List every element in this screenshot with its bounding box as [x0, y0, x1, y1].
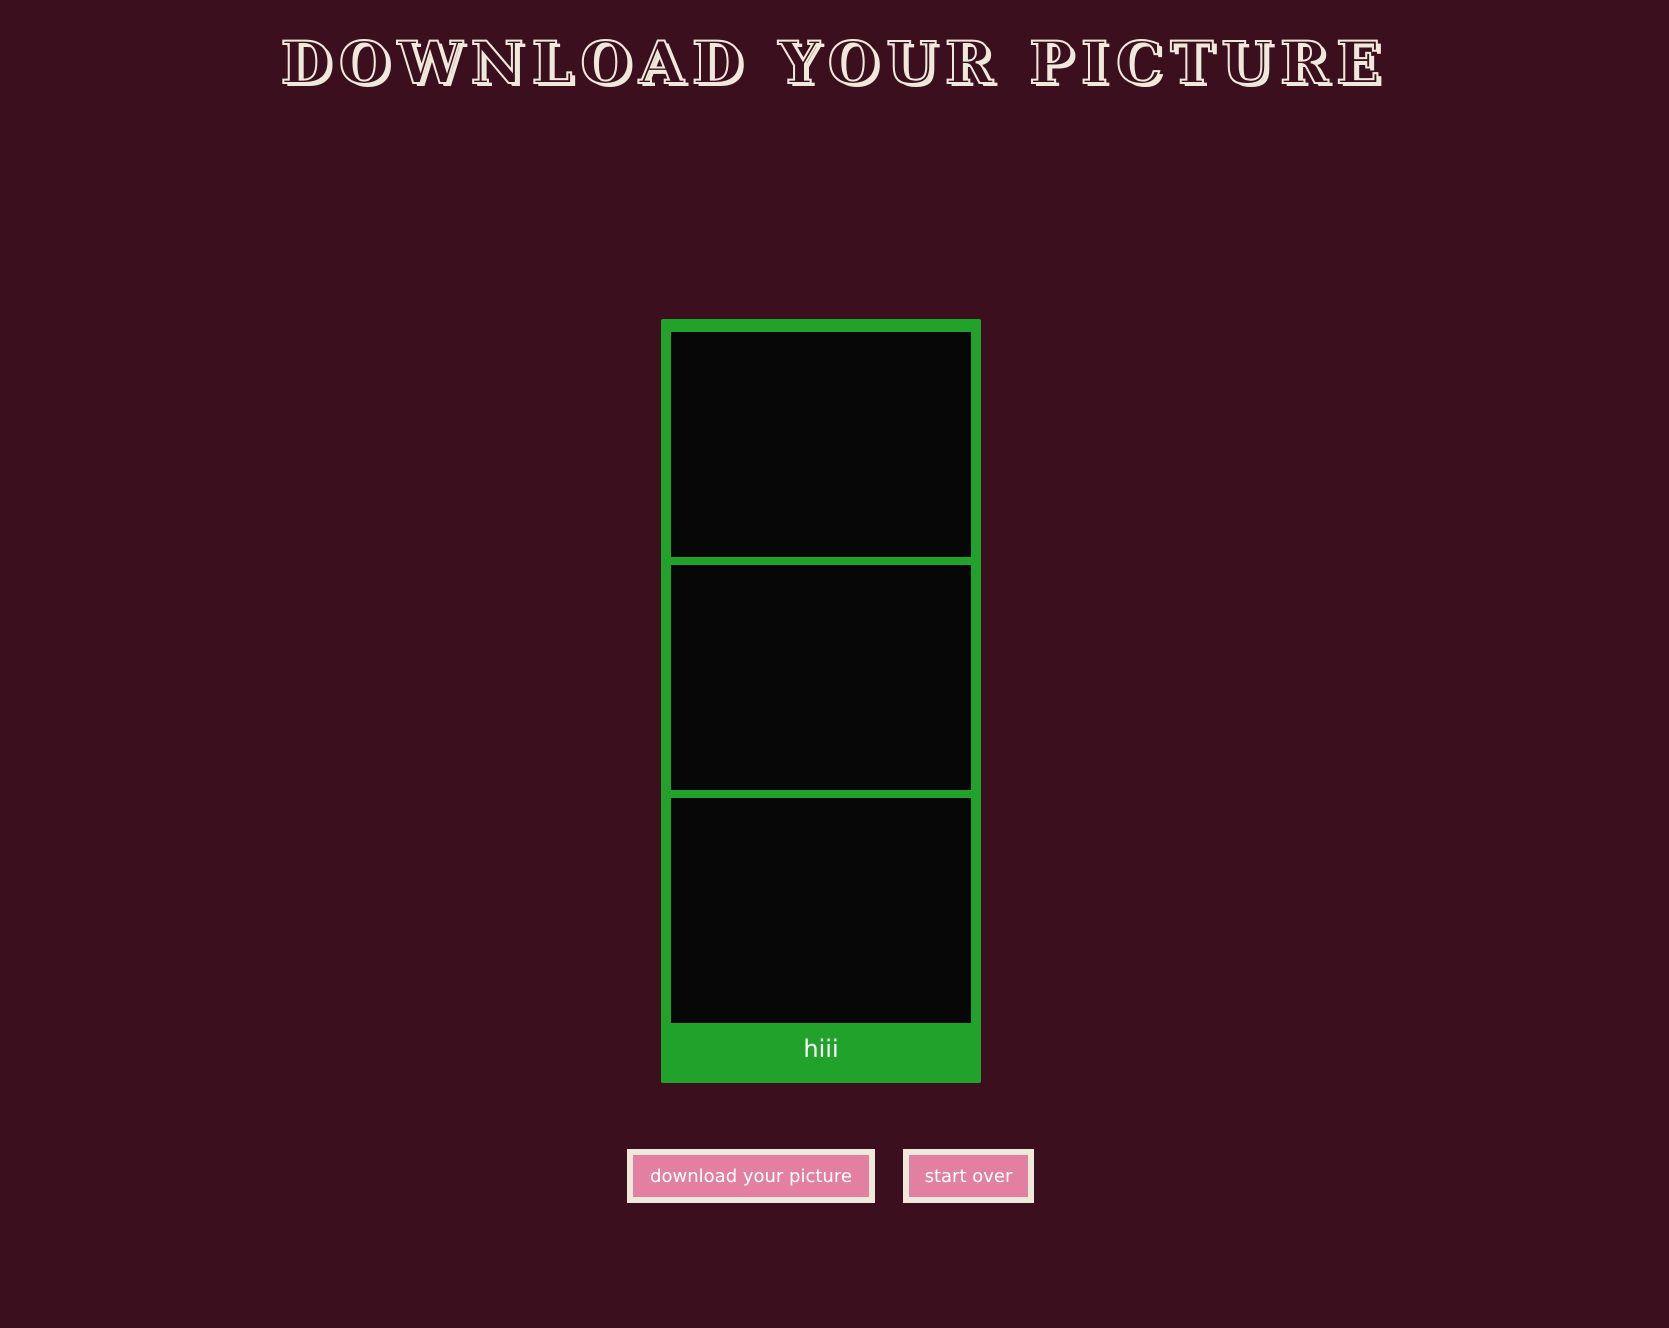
download-picture-button[interactable]: download your picture — [627, 1149, 875, 1203]
photo-frame-2 — [671, 565, 971, 790]
photo-strip: hiii — [661, 319, 981, 1083]
photo-frame-1 — [671, 332, 971, 557]
start-over-button[interactable]: start over — [903, 1149, 1034, 1203]
photo-frame-3 — [671, 798, 971, 1023]
strip-caption: hiii — [803, 1035, 839, 1063]
page-title: DOWNLOAD YOUR PICTURE — [280, 28, 1389, 98]
